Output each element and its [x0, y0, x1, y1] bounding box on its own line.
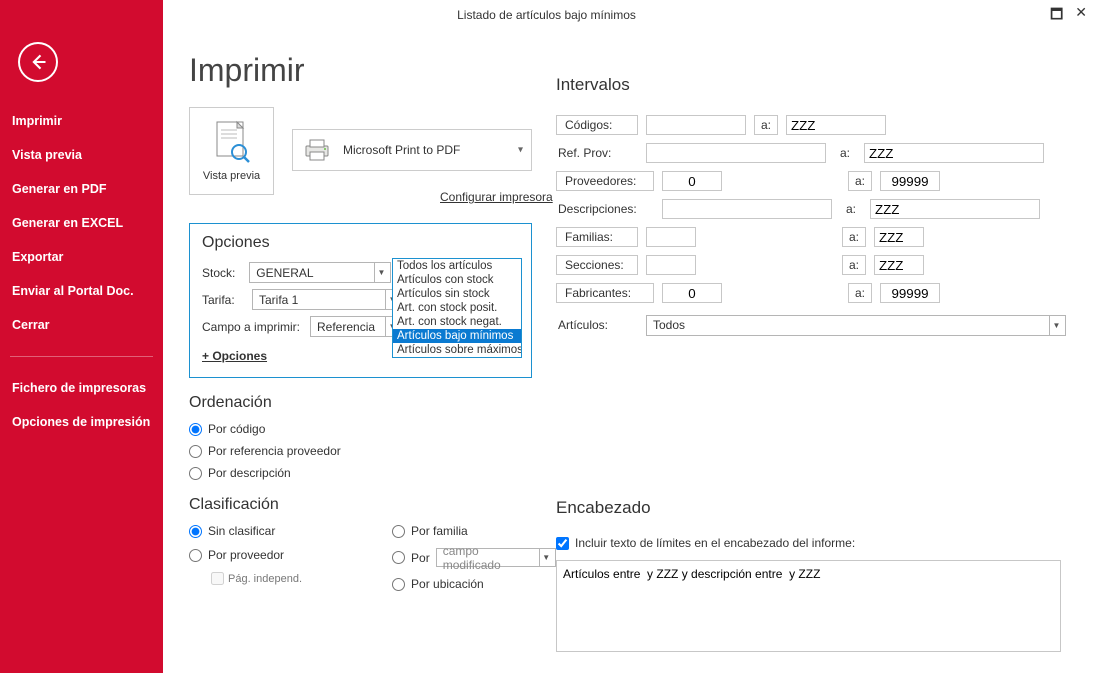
clasif-ubicacion-radio[interactable]: Por ubicación — [392, 577, 556, 591]
fabricantes-to-input[interactable] — [880, 283, 940, 303]
familias-from-input[interactable] — [646, 227, 696, 247]
familias-to-input[interactable] — [874, 227, 924, 247]
tarifa-select[interactable]: Tarifa 1 ▼ — [252, 289, 402, 310]
a-label: a: — [834, 144, 856, 162]
filter-option[interactable]: Artículos con stock — [393, 273, 521, 287]
descripciones-label: Descripciones: — [556, 200, 654, 218]
orden-descripcion-radio[interactable]: Por descripción — [189, 466, 1071, 480]
opciones-panel: Opciones Stock: GENERAL ▼ Artículos bajo… — [189, 223, 532, 378]
secciones-from-input[interactable] — [646, 255, 696, 275]
fabricantes-label: Fabricantes: — [556, 283, 654, 303]
tarifa-value: Tarifa 1 — [259, 293, 298, 307]
back-button[interactable] — [18, 42, 58, 82]
sidebar: Imprimir Vista previa Generar en PDF Gen… — [0, 0, 163, 673]
chevron-down-icon: ▼ — [539, 549, 553, 566]
pag-independ-check: Pág. independ. — [211, 572, 302, 585]
clasif-por-select[interactable]: campo modificado▼ — [436, 548, 556, 567]
campo-label: Campo a imprimir: — [202, 320, 302, 334]
maximize-icon[interactable]: 🗖 — [1050, 4, 1063, 28]
window-title: Listado de artículos bajo mínimos — [457, 8, 636, 22]
codigos-label: Códigos: — [556, 115, 638, 135]
a-label: a: — [848, 283, 872, 303]
printer-select[interactable]: Microsoft Print to PDF ▾ — [292, 129, 532, 171]
stock-value: GENERAL — [256, 266, 313, 280]
clasif-por-radio[interactable]: Por campo modificado▼ — [392, 548, 556, 567]
descripciones-to-input[interactable] — [870, 199, 1040, 219]
clasif-familia-radio[interactable]: Por familia — [392, 524, 556, 538]
refprov-to-input[interactable] — [864, 143, 1044, 163]
mas-opciones-link[interactable]: + Opciones — [202, 349, 267, 363]
refprov-from-input[interactable] — [646, 143, 826, 163]
codigos-from-input[interactable] — [646, 115, 746, 135]
vista-previa-label: Vista previa — [203, 170, 260, 182]
codigos-to-input[interactable] — [786, 115, 886, 135]
intervalos-panel: Intervalos Códigos: a: Ref. Prov: a: Pro… — [556, 75, 1066, 341]
incluir-limites-check[interactable]: Incluir texto de límites en el encabezad… — [556, 536, 1061, 550]
fabricantes-from-input[interactable] — [662, 283, 722, 303]
filter-option[interactable]: Artículos sin stock — [393, 287, 521, 301]
filter-option-selected[interactable]: Artículos bajo mínimos — [393, 329, 521, 343]
articulos-label: Artículos: — [556, 316, 638, 334]
sidebar-item-opciones-impresion[interactable]: Opciones de impresión — [0, 405, 163, 439]
proveedores-label: Proveedores: — [556, 171, 654, 191]
filter-option[interactable]: Todos los artículos — [393, 259, 521, 273]
orden-codigo-radio[interactable]: Por código — [189, 422, 1071, 436]
refprov-label: Ref. Prov: — [556, 144, 638, 162]
sidebar-divider — [10, 356, 153, 357]
filter-option[interactable]: Art. con stock negat. — [393, 315, 521, 329]
clasif-sin-radio[interactable]: Sin clasificar — [189, 524, 302, 538]
proveedores-from-input[interactable] — [662, 171, 722, 191]
vista-previa-button[interactable]: Vista previa — [189, 107, 274, 195]
clasif-proveedor-radio[interactable]: Por proveedor — [189, 548, 302, 562]
sidebar-item-imprimir[interactable]: Imprimir — [0, 104, 163, 138]
encabezado-panel: Encabezado Incluir texto de límites en e… — [556, 498, 1061, 655]
sidebar-item-enviar-portal[interactable]: Enviar al Portal Doc. — [0, 274, 163, 308]
sidebar-item-exportar[interactable]: Exportar — [0, 240, 163, 274]
a-label: a: — [840, 200, 862, 218]
filter-option[interactable]: Artículos sobre máximos — [393, 343, 521, 357]
chevron-down-icon: ▼ — [1049, 316, 1063, 335]
stock-label: Stock: — [202, 266, 241, 280]
a-label: a: — [842, 255, 866, 275]
secciones-label: Secciones: — [556, 255, 638, 275]
ordenacion-heading: Ordenación — [189, 394, 1071, 412]
opciones-heading: Opciones — [202, 234, 521, 252]
a-label: a: — [848, 171, 872, 191]
printer-icon — [303, 138, 331, 162]
document-icon — [213, 120, 251, 164]
filter-option[interactable]: Art. con stock posit. — [393, 301, 521, 315]
articulos-select[interactable]: Todos ▼ — [646, 315, 1066, 336]
filter-dropdown[interactable]: Todos los artículos Artículos con stock … — [392, 258, 522, 358]
a-label: a: — [754, 115, 778, 135]
sidebar-item-generar-pdf[interactable]: Generar en PDF — [0, 172, 163, 206]
sidebar-item-vista-previa[interactable]: Vista previa — [0, 138, 163, 172]
sidebar-item-generar-excel[interactable]: Generar en EXCEL — [0, 206, 163, 240]
a-label: a: — [842, 227, 866, 247]
printer-name: Microsoft Print to PDF — [343, 143, 460, 157]
secciones-to-input[interactable] — [874, 255, 924, 275]
close-icon[interactable]: ✕ — [1075, 4, 1087, 28]
proveedores-to-input[interactable] — [880, 171, 940, 191]
encabezado-textarea[interactable] — [556, 560, 1061, 652]
encabezado-heading: Encabezado — [556, 498, 1061, 518]
tarifa-label: Tarifa: — [202, 293, 244, 307]
sidebar-item-fichero-impresoras[interactable]: Fichero de impresoras — [0, 371, 163, 405]
configurar-impresora-link[interactable]: Configurar impresora — [440, 190, 553, 204]
familias-label: Familias: — [556, 227, 638, 247]
stock-select[interactable]: GENERAL ▼ — [249, 262, 391, 283]
intervalos-heading: Intervalos — [556, 75, 1066, 95]
campo-value: Referencia — [317, 320, 375, 334]
orden-refprov-radio[interactable]: Por referencia proveedor — [189, 444, 1071, 458]
chevron-down-icon: ▼ — [374, 263, 388, 282]
campo-select[interactable]: Referencia ▼ — [310, 316, 402, 337]
articulos-value: Todos — [653, 318, 685, 332]
chevron-down-icon: ▾ — [518, 145, 523, 156]
sidebar-item-cerrar[interactable]: Cerrar — [0, 308, 163, 342]
descripciones-from-input[interactable] — [662, 199, 832, 219]
